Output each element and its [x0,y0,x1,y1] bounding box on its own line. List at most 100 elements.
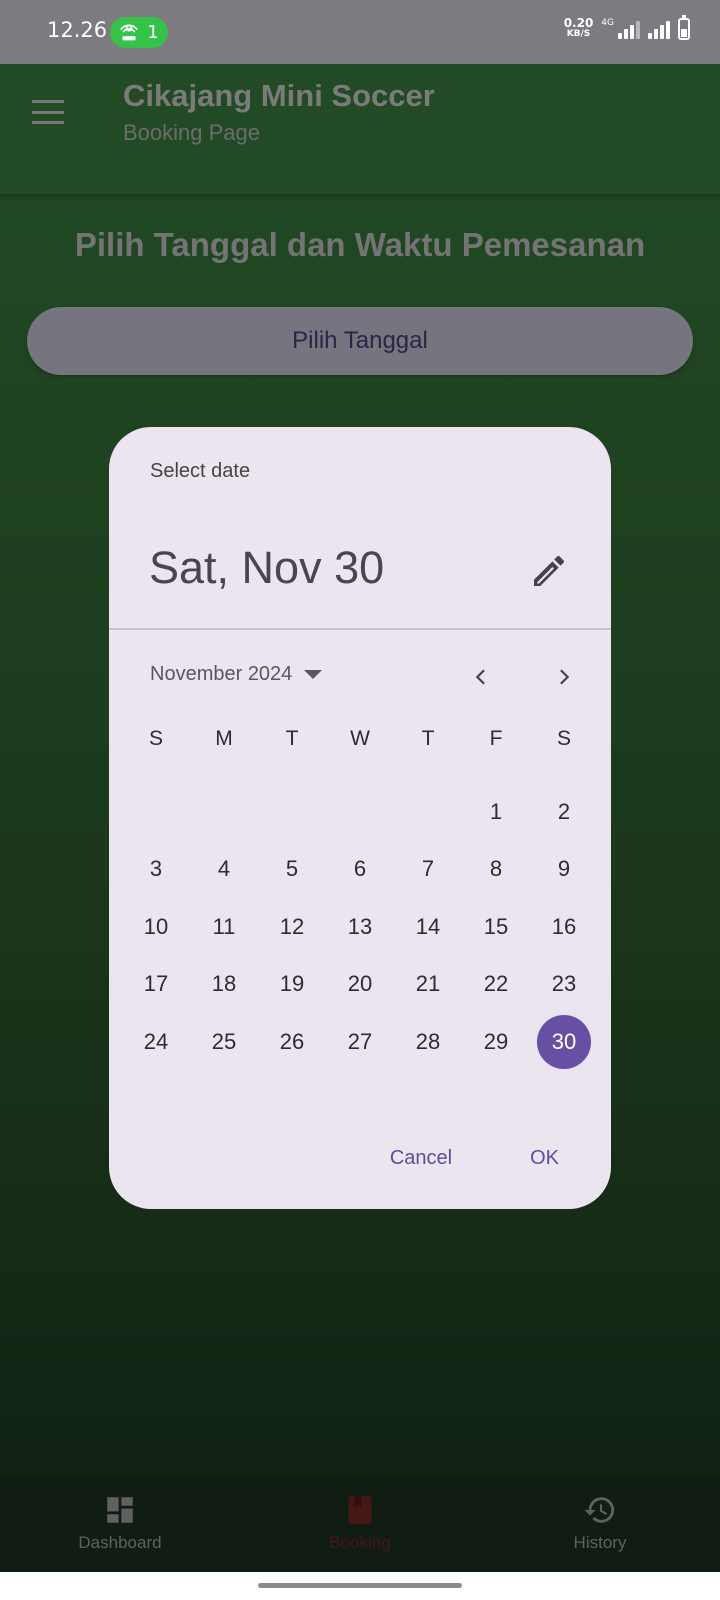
calendar-week: 3 4 5 6 7 8 9 [122,841,598,899]
calendar-week: 12 [122,783,598,841]
calendar-day-number: 23 [551,971,577,997]
calendar-day[interactable]: 24 [122,1013,190,1071]
calendar-day-number: 11 [212,913,236,939]
calendar-day-number: 26 [279,1028,305,1054]
calendar-day[interactable]: 9 [530,841,598,899]
calendar-day[interactable]: 12 [258,898,326,956]
calendar-empty-cell [190,783,258,841]
calendar-day-number: 10 [143,913,169,939]
calendar-week: 17 18 19 20 21 22 23 [122,956,598,1014]
previous-month-button[interactable] [461,657,501,697]
calendar-grid: 1 2 3 4 5 6 7 8 9 10 11 12 13 14 15 16 17 18 19 20 21 22 23 24 2… [122,783,598,1071]
calendar-day-number: 5 [285,856,299,882]
calendar-day[interactable]: 3 [122,841,190,899]
hotspot-indicator: 1 [110,17,168,48]
calendar-day-number: 22 [483,971,509,997]
battery-icon [678,15,690,40]
calendar-day-number: 25 [211,1028,237,1054]
calendar-day-number: 18 [211,971,237,997]
calendar-day-number: 21 [415,971,441,997]
calendar-week: 24 25 26 27 28 29 30 [122,1013,598,1071]
home-indicator[interactable] [258,1583,462,1588]
calendar-day[interactable]: 13 [326,898,394,956]
calendar-day-number: 13 [347,913,373,939]
month-year-selector[interactable]: November 2024 [150,663,323,686]
calendar-day[interactable]: 11 [190,898,258,956]
calendar-day-number: 16 [551,913,577,939]
calendar-day-number: 29 [483,1028,509,1054]
calendar-day-number: 15 [483,913,509,939]
calendar-empty-cell [258,783,326,841]
weekday-label: S [148,727,163,750]
weekday-label: T [421,727,435,750]
network-speed-unit: KB/S [566,29,591,39]
calendar-day[interactable]: 10 [122,898,190,956]
status-bar: 12.26 1 0.20 KB/S 4G [0,0,720,64]
month-year-label: November 2024 [150,663,293,685]
calendar-day[interactable]: 29 [462,1013,530,1071]
calendar-day[interactable]: 22 [462,956,530,1014]
date-picker-dialog: Select date Sat, Nov 30 November 2024 S … [109,427,611,1209]
dialog-actions: Cancel OK [390,1147,559,1170]
calendar-day[interactable]: 8 [462,841,530,899]
calendar-day-number: 4 [217,856,231,882]
calendar-day[interactable]: 14 [394,898,462,956]
calendar-day-number: 7 [421,856,435,882]
dropdown-caret-icon [304,670,323,679]
calendar-day[interactable]: 30 [530,1013,598,1071]
weekday-label: S [556,727,571,750]
weekday-label: F [489,727,503,750]
selected-date-display: Sat, Nov 30 [149,542,385,593]
hotspot-count: 1 [147,22,159,43]
app-screen: Cikajang Mini Soccer Booking Page Pilih … [0,0,720,1572]
calendar-day-number: 6 [353,856,367,882]
edit-icon[interactable] [529,551,569,591]
calendar-day-number: 14 [415,913,441,939]
ok-button[interactable]: OK [530,1147,559,1170]
hotspot-icon [120,24,139,40]
calendar-day-number: 19 [279,971,305,997]
calendar-day[interactable]: 26 [258,1013,326,1071]
cancel-button[interactable]: Cancel [390,1147,452,1170]
calendar-day[interactable]: 4 [190,841,258,899]
calendar-day[interactable]: 1 [462,783,530,841]
weekday-header: S M T W T F S [122,727,598,751]
weekday-label: W [350,727,370,750]
network-speed: 0.20 KB/S [563,16,594,40]
calendar-day[interactable]: 27 [326,1013,394,1071]
calendar-day-number: 20 [347,971,373,997]
header-divider [109,628,611,630]
calendar-day-number: 24 [143,1028,169,1054]
calendar-day[interactable]: 15 [462,898,530,956]
calendar-day[interactable]: 23 [530,956,598,1014]
calendar-day[interactable]: 7 [394,841,462,899]
next-month-button[interactable] [544,657,584,697]
calendar-day[interactable]: 19 [258,956,326,1014]
weekday-label: T [285,727,299,750]
calendar-day[interactable]: 17 [122,956,190,1014]
calendar-day-number: 9 [557,856,571,882]
calendar-day[interactable]: 5 [258,841,326,899]
calendar-day[interactable]: 2 [530,783,598,841]
calendar-day[interactable]: 25 [190,1013,258,1071]
calendar-empty-cell [122,783,190,841]
status-time: 12.26 [47,18,108,42]
signal-icon [618,19,640,39]
dialog-label: Select date [150,460,251,482]
calendar-week: 10 11 12 13 14 15 16 [122,898,598,956]
calendar-day-number: 12 [279,913,305,939]
calendar-day-number: 30 [537,1014,591,1069]
calendar-empty-cell [326,783,394,841]
network-type: 4G [601,18,614,28]
calendar-day[interactable]: 18 [190,956,258,1014]
network-speed-value: 0.20 [563,16,594,30]
calendar-day[interactable]: 21 [394,956,462,1014]
calendar-day[interactable]: 28 [394,1013,462,1071]
calendar-day[interactable]: 20 [326,956,394,1014]
status-icons: 0.20 KB/S 4G [563,15,690,40]
calendar-day[interactable]: 6 [326,841,394,899]
signal-icon [648,19,670,39]
calendar-day-number: 3 [149,856,163,882]
calendar-day[interactable]: 16 [530,898,598,956]
calendar-day-number: 8 [489,856,503,882]
